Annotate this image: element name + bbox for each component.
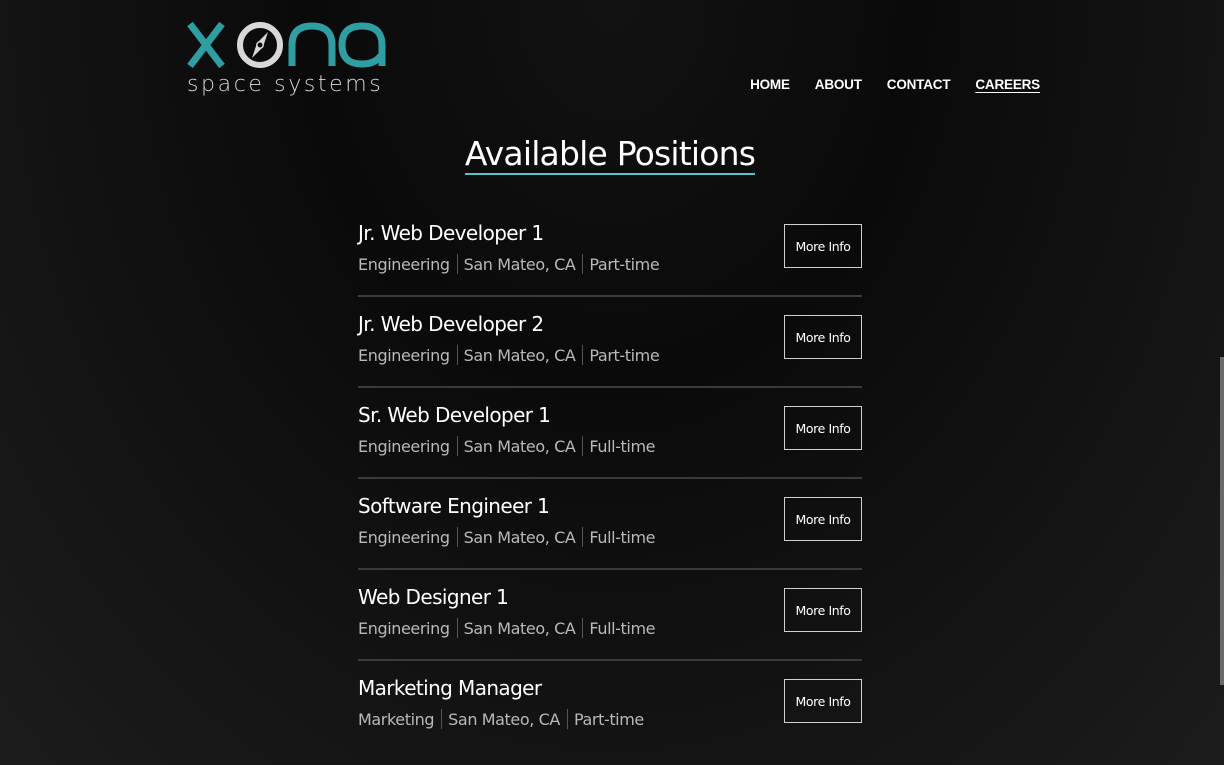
meta-divider bbox=[582, 254, 584, 274]
meta-divider bbox=[582, 618, 584, 638]
job-item: Jr. Web Developer 2 Engineering San Mate… bbox=[358, 297, 862, 388]
job-title: Jr. Web Developer 2 bbox=[358, 312, 544, 336]
job-title: Marketing Manager bbox=[358, 676, 542, 700]
more-info-button[interactable]: More Info bbox=[784, 315, 862, 359]
nav-about[interactable]: ABOUT bbox=[815, 77, 862, 92]
page-title: Available Positions bbox=[464, 135, 756, 176]
more-info-button[interactable]: More Info bbox=[784, 497, 862, 541]
nav-contact[interactable]: CONTACT bbox=[887, 77, 951, 92]
nav-careers[interactable]: CAREERS bbox=[975, 77, 1040, 92]
logo-tagline: space systems bbox=[187, 72, 384, 97]
job-location: San Mateo, CA bbox=[463, 618, 576, 638]
job-title: Jr. Web Developer 1 bbox=[358, 221, 544, 245]
meta-divider bbox=[456, 254, 458, 274]
job-department: Engineering bbox=[358, 527, 450, 547]
scrollbar[interactable] bbox=[1220, 0, 1224, 765]
job-title: Sr. Web Developer 1 bbox=[358, 403, 551, 427]
meta-divider bbox=[441, 709, 443, 729]
meta-divider bbox=[456, 436, 458, 456]
job-meta: Engineering San Mateo, CA Full-time bbox=[358, 436, 655, 456]
meta-divider bbox=[582, 527, 584, 547]
job-department: Marketing bbox=[358, 709, 435, 729]
job-item: Web Designer 1 Engineering San Mateo, CA… bbox=[358, 570, 862, 661]
more-info-button[interactable]: More Info bbox=[784, 679, 862, 723]
more-info-button[interactable]: More Info bbox=[784, 406, 862, 450]
job-type: Part-time bbox=[589, 254, 660, 274]
job-type: Full-time bbox=[589, 527, 656, 547]
job-department: Engineering bbox=[358, 618, 450, 638]
job-type: Part-time bbox=[589, 345, 660, 365]
job-list: Jr. Web Developer 1 Engineering San Mate… bbox=[358, 206, 862, 750]
job-item: Sr. Web Developer 1 Engineering San Mate… bbox=[358, 388, 862, 479]
careers-page: space systems HOME ABOUT CONTACT CAREERS… bbox=[0, 0, 1224, 765]
meta-divider bbox=[582, 345, 584, 365]
job-type: Full-time bbox=[589, 436, 656, 456]
job-location: San Mateo, CA bbox=[448, 709, 560, 729]
job-type: Part-time bbox=[573, 709, 644, 729]
more-info-button[interactable]: More Info bbox=[784, 588, 862, 632]
job-department: Engineering bbox=[358, 345, 450, 365]
job-item: Marketing Manager Marketing San Mateo, C… bbox=[358, 661, 862, 750]
xona-logo-mark bbox=[187, 21, 386, 69]
job-location: San Mateo, CA bbox=[463, 254, 576, 274]
job-meta: Engineering San Mateo, CA Full-time bbox=[358, 527, 655, 547]
job-type: Full-time bbox=[589, 618, 656, 638]
job-meta: Engineering San Mateo, CA Part-time bbox=[358, 345, 660, 365]
xona-logo[interactable]: space systems bbox=[186, 14, 396, 104]
meta-divider bbox=[582, 436, 584, 456]
job-item: Jr. Web Developer 1 Engineering San Mate… bbox=[358, 206, 862, 297]
job-meta: Marketing San Mateo, CA Part-time bbox=[358, 709, 644, 729]
meta-divider bbox=[456, 618, 458, 638]
more-info-button[interactable]: More Info bbox=[784, 224, 862, 268]
job-location: San Mateo, CA bbox=[463, 436, 576, 456]
page-title-wrap: Available Positions bbox=[0, 134, 1220, 176]
job-title: Web Designer 1 bbox=[358, 585, 509, 609]
job-item: Software Engineer 1 Engineering San Mate… bbox=[358, 479, 862, 570]
meta-divider bbox=[456, 527, 458, 547]
job-title: Software Engineer 1 bbox=[358, 494, 550, 518]
meta-divider bbox=[456, 345, 458, 365]
main-nav: HOME ABOUT CONTACT CAREERS bbox=[750, 77, 1040, 92]
job-meta: Engineering San Mateo, CA Full-time bbox=[358, 618, 655, 638]
job-department: Engineering bbox=[358, 254, 450, 274]
meta-divider bbox=[566, 709, 568, 729]
job-meta: Engineering San Mateo, CA Part-time bbox=[358, 254, 660, 274]
job-location: San Mateo, CA bbox=[463, 345, 576, 365]
job-location: San Mateo, CA bbox=[463, 527, 576, 547]
scrollbar-thumb[interactable] bbox=[1220, 357, 1224, 685]
job-department: Engineering bbox=[358, 436, 450, 456]
nav-home[interactable]: HOME bbox=[750, 77, 790, 92]
